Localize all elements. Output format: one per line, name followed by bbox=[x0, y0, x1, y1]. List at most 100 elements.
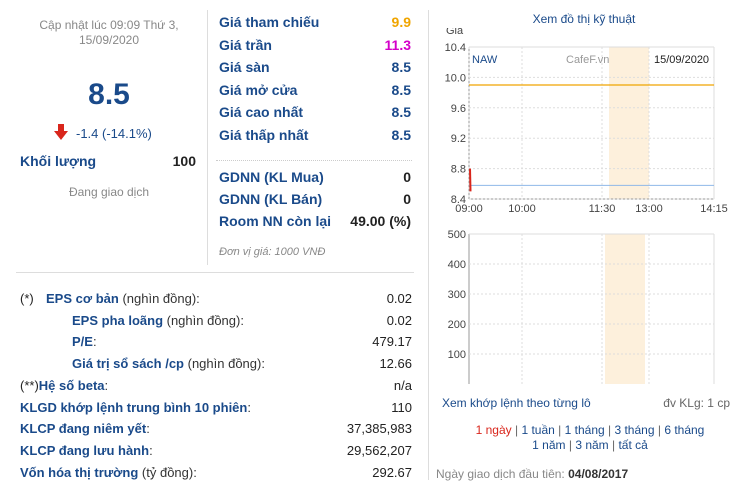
volume-tick-label: 100 bbox=[448, 349, 466, 361]
price-row: Giá sàn 8.5 bbox=[219, 59, 411, 75]
foreign-label: GDNN (KL Mua) bbox=[219, 169, 324, 185]
first-trade-label: Ngày giao dịch đầu tiên: bbox=[436, 467, 569, 481]
fundamental-label: Hệ số beta bbox=[38, 377, 105, 393]
current-price: 8.5 bbox=[88, 78, 130, 111]
fundamental-label-group: Vốn hóa thị trường (tỷ đồng): bbox=[20, 465, 197, 480]
time-tick-label: 10:00 bbox=[508, 203, 536, 215]
fundamental-label: KLCP đang niêm yết bbox=[20, 421, 147, 437]
fundamental-label: EPS pha loãng bbox=[72, 312, 164, 328]
arrow-down-icon bbox=[54, 124, 68, 143]
fundamental-label-group: Giá trị sổ sách /cp (nghìn đồng): bbox=[20, 356, 265, 371]
y-axis-title: Giá bbox=[446, 28, 464, 37]
price-change-value: -1.4 (-14.1%) bbox=[76, 126, 152, 141]
range-separator: | bbox=[604, 423, 615, 437]
fundamental-note: : bbox=[247, 399, 251, 415]
price-series-line bbox=[469, 168, 472, 192]
fundamental-label-group: P/E: bbox=[20, 334, 97, 349]
fundamental-row: Vốn hóa thị trường (tỷ đồng): 292.67 bbox=[20, 465, 412, 480]
time-tick-label: 09:00 bbox=[455, 203, 483, 215]
fundamental-value: 0.02 bbox=[386, 312, 412, 328]
first-trade-date: 04/08/2017 bbox=[568, 467, 629, 481]
fundamental-value: 110 bbox=[391, 399, 412, 415]
price-label: Giá cao nhất bbox=[219, 104, 304, 120]
price-change: -1.4 (-14.1%) bbox=[54, 124, 152, 143]
fundamental-value: 29,562,207 bbox=[346, 442, 412, 458]
fundamental-row: EPS pha loãng (nghìn đồng): 0.02 bbox=[20, 313, 412, 328]
foreign-label: Room NN còn lại bbox=[219, 213, 332, 229]
fundamental-label-group: KLGD khớp lệnh trung bình 10 phiên: bbox=[20, 400, 251, 415]
price-row: Giá tham chiếu 9.9 bbox=[219, 14, 411, 30]
volume-grid bbox=[469, 233, 714, 384]
fundamental-value: 37,385,983 bbox=[346, 421, 412, 437]
fundamental-row: Giá trị sổ sách /cp (nghìn đồng): 12.66 bbox=[20, 356, 412, 371]
update-time-line2: 15/09/2020 bbox=[78, 33, 140, 47]
unit-note: Đơn vị giá: 1000 VNĐ bbox=[219, 246, 326, 258]
price-ticks: 10.410.09.69.28.88.4 bbox=[445, 42, 466, 206]
price-value: 8.5 bbox=[391, 126, 411, 143]
price-tick-label: 10.4 bbox=[445, 42, 466, 54]
foreign-row: GDNN (KL Mua) 0 bbox=[219, 169, 411, 185]
price-tick-label: 9.2 bbox=[451, 133, 466, 145]
fundamental-label: KLCP đang lưu hành bbox=[20, 442, 150, 458]
fundamental-value: n/a bbox=[393, 377, 412, 393]
price-value: 8.5 bbox=[391, 81, 411, 98]
range-link[interactable]: 3 năm bbox=[575, 438, 608, 452]
order-detail-link[interactable]: Xem khớp lệnh theo từng lô bbox=[442, 396, 591, 410]
price-label: Giá sàn bbox=[219, 59, 270, 75]
fundamental-label: Vốn hóa thị trường bbox=[20, 464, 139, 480]
range-separator: | bbox=[554, 423, 565, 437]
foreign-value: 0 bbox=[403, 169, 411, 185]
chart-ticker: NAW bbox=[472, 54, 498, 66]
price-label: Giá tham chiếu bbox=[219, 14, 320, 30]
price-tick-label: 10.0 bbox=[445, 72, 466, 84]
fundamental-note: : bbox=[149, 442, 153, 458]
trading-status: Đang giao dịch bbox=[68, 185, 150, 199]
volume-unit: đv KLg: 1 cp bbox=[663, 396, 730, 410]
prices-divider bbox=[216, 160, 412, 161]
fundamental-label: EPS cơ bản bbox=[46, 291, 119, 306]
price-grid bbox=[468, 46, 715, 200]
range-separator: | bbox=[511, 423, 522, 437]
time-tick-label: 13:00 bbox=[635, 203, 663, 215]
fundamental-note: : bbox=[104, 377, 109, 393]
price-row: Giá trần 11.3 bbox=[219, 37, 411, 53]
range-link[interactable]: 1 năm bbox=[532, 438, 565, 452]
volume-value: 100 bbox=[172, 153, 196, 169]
volume-tick-label: 400 bbox=[448, 259, 466, 271]
fundamental-row: (**)Hệ số beta: n/a bbox=[20, 378, 412, 393]
divider-right bbox=[428, 10, 429, 480]
fundamental-row: KLGD khớp lệnh trung bình 10 phiên: 110 bbox=[20, 400, 412, 415]
chart-header-link[interactable]: Xem đồ thị kỹ thuật bbox=[434, 12, 734, 26]
range-link[interactable]: 1 ngày bbox=[476, 423, 512, 437]
fundamental-label: P/E bbox=[72, 334, 93, 350]
range-link[interactable]: tất cả bbox=[618, 438, 647, 452]
foreign-row: GDNN (KL Bán) 0 bbox=[219, 191, 411, 207]
fundamental-label-group: KLCP đang niêm yết: bbox=[20, 421, 150, 436]
volume-tick-label: 200 bbox=[448, 319, 466, 331]
time-ticks: 09:00 10:00 11:30 13:00 14:15 bbox=[455, 203, 728, 215]
range-separator: | bbox=[654, 423, 665, 437]
price-tick-label: 9.6 bbox=[451, 103, 466, 115]
price-row: Giá mở cửa 8.5 bbox=[219, 82, 411, 98]
fundamental-note: : bbox=[92, 334, 97, 350]
chart-source: CafeF.vn bbox=[566, 54, 609, 66]
range-link[interactable]: 1 tuần bbox=[521, 423, 554, 437]
volume-tick-label: 500 bbox=[448, 229, 466, 241]
fundamental-note: (nghìn đồng): bbox=[163, 312, 244, 328]
fundamental-value: 479.17 bbox=[372, 334, 412, 350]
range-link[interactable]: 3 tháng bbox=[614, 423, 654, 437]
foreign-row: Room NN còn lại 49.00 (%) bbox=[219, 213, 411, 229]
price-value: 11.3 bbox=[384, 36, 411, 53]
fundamental-row: KLCP đang lưu hành: 29,562,207 bbox=[20, 443, 412, 458]
fundamental-prefix: (*) bbox=[20, 291, 34, 306]
fundamental-value: 12.66 bbox=[379, 356, 412, 372]
range-link[interactable]: 1 tháng bbox=[565, 423, 605, 437]
time-tick-label: 11:30 bbox=[589, 203, 616, 215]
price-value: 9.9 bbox=[391, 14, 411, 30]
fundamental-row: KLCP đang niêm yết: 37,385,983 bbox=[20, 421, 412, 436]
range-link[interactable]: 6 tháng bbox=[664, 423, 704, 437]
chart-date: 15/09/2020 bbox=[654, 54, 709, 66]
range-separator: | bbox=[565, 438, 576, 452]
foreign-label: GDNN (KL Bán) bbox=[219, 191, 323, 207]
fundamental-label-group: (**)Hệ số beta: bbox=[20, 378, 108, 393]
